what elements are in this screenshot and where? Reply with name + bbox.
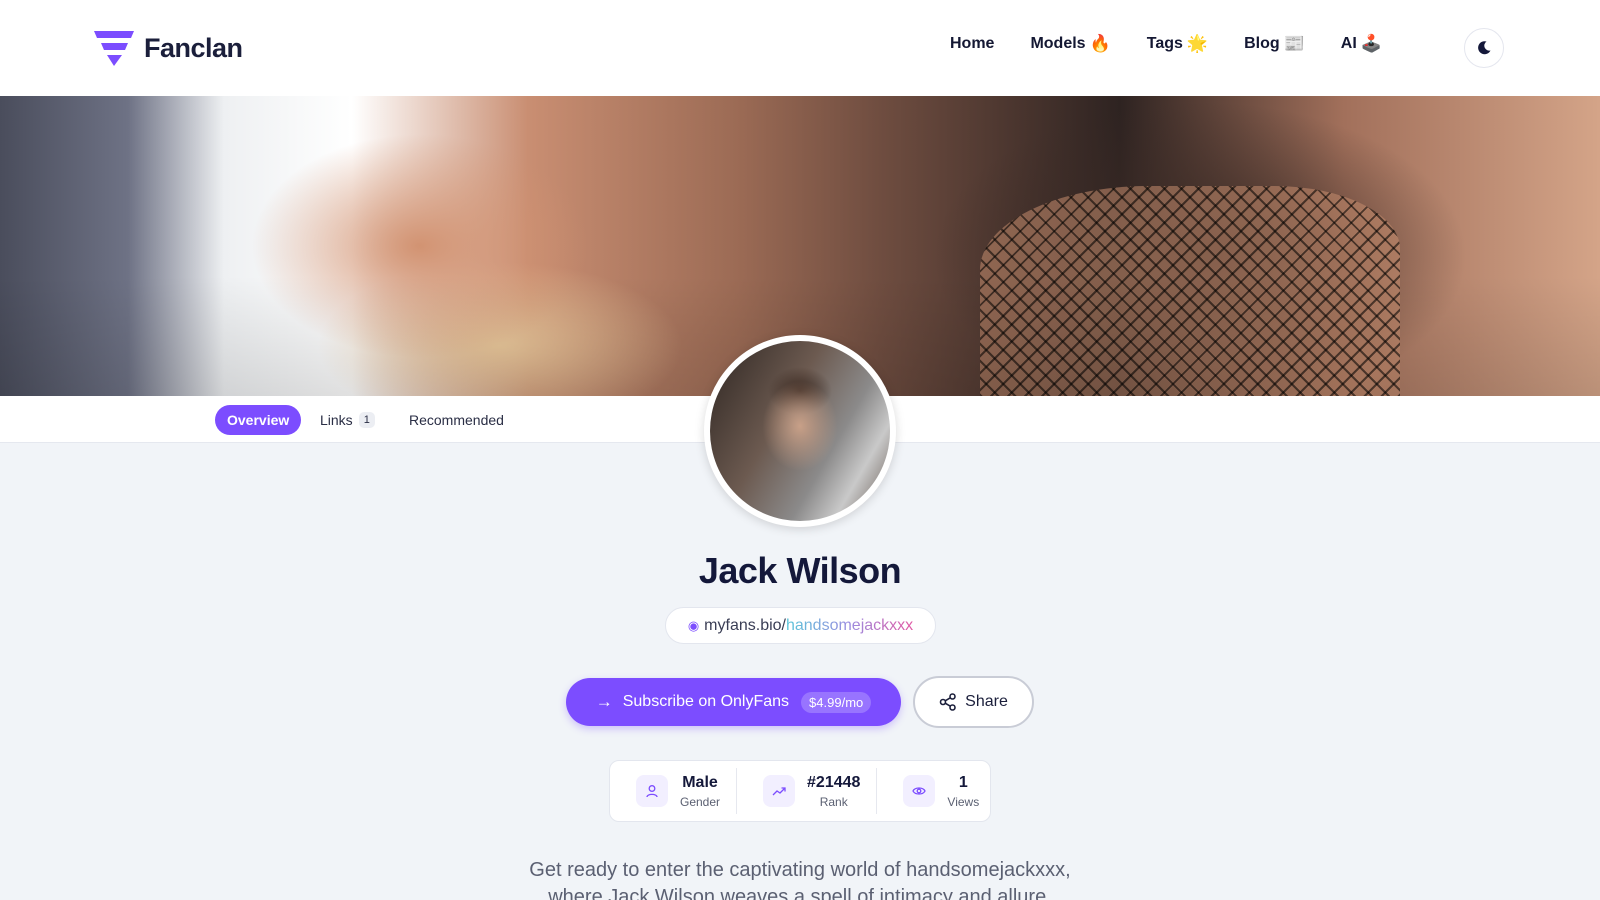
- fire-icon: 🔥: [1089, 34, 1111, 53]
- stat-value: 1: [958, 773, 968, 791]
- user-icon: [636, 775, 668, 807]
- newspaper-icon: 📰: [1283, 34, 1305, 53]
- nav-item-ai[interactable]: AI 🕹️: [1341, 34, 1382, 54]
- tab-links[interactable]: Links 1: [320, 405, 375, 435]
- stat-gender: Male Gender: [610, 768, 736, 814]
- tab-recommended[interactable]: Recommended: [409, 405, 504, 435]
- tab-label: Recommended: [409, 412, 504, 428]
- nav-item-label: Tags: [1146, 35, 1183, 52]
- at-sign-icon: ◉: [687, 617, 700, 633]
- handle-username: handsomejackxxx: [785, 616, 914, 634]
- tab-overview[interactable]: Overview: [215, 405, 302, 435]
- stat-views: 1 Views: [876, 768, 995, 814]
- stat-label: Rank: [819, 794, 848, 809]
- profile-stats: Male Gender #21448 Rank 1 Views: [609, 760, 991, 822]
- main-nav: Home Models 🔥 Tags 🌟 Blog 📰 AI 🕹️: [950, 34, 1418, 54]
- eye-icon: [903, 775, 936, 807]
- brand-name: Fanclan: [144, 32, 243, 63]
- site-header: Fanclan Home Models 🔥 Tags 🌟 Blog 📰 AI 🕹…: [0, 0, 1600, 96]
- nav-item-home[interactable]: Home: [950, 35, 994, 53]
- stat-value: #21448: [807, 773, 861, 791]
- tab-label: Overview: [227, 412, 290, 428]
- share-label: Share: [965, 693, 1008, 710]
- profile-avatar: [704, 335, 896, 527]
- nav-item-tags[interactable]: Tags 🌟: [1147, 34, 1208, 54]
- moon-icon: [1478, 41, 1491, 55]
- stat-rank: #21448 Rank: [736, 768, 876, 814]
- fanclan-logo-icon: [94, 31, 134, 66]
- stat-label: Gender: [680, 794, 721, 809]
- subscribe-label: Subscribe on OnlyFans: [622, 693, 790, 710]
- profile-handle-link[interactable]: ◉ myfans.bio/ handsomejackxxx: [665, 607, 936, 644]
- avatar-photo: [710, 341, 890, 521]
- arrow-right-icon: →: [595, 692, 613, 711]
- handle-prefix: myfans.bio/: [704, 616, 786, 634]
- nav-item-label: AI: [1340, 35, 1357, 52]
- trending-up-icon: [763, 775, 796, 807]
- nav-item-label: Home: [950, 35, 995, 52]
- tab-label: Links: [320, 412, 353, 428]
- stat-value: Male: [682, 773, 718, 791]
- profile-name: Jack Wilson: [698, 550, 902, 591]
- links-count-badge: 1: [358, 412, 375, 428]
- profile-bio: Get ready to enter the captivating world…: [529, 859, 1071, 900]
- share-button[interactable]: Share: [913, 676, 1034, 728]
- subscribe-button[interactable]: → Subscribe on OnlyFans $4.99/mo: [566, 678, 901, 726]
- nav-item-blog[interactable]: Blog 📰: [1244, 34, 1305, 54]
- theme-toggle-button[interactable]: [1464, 28, 1504, 68]
- joystick-icon: 🕹️: [1360, 34, 1382, 53]
- nav-item-models[interactable]: Models 🔥: [1030, 34, 1110, 54]
- stat-label: Views: [947, 794, 980, 809]
- nav-item-label: Blog: [1244, 35, 1280, 52]
- nav-item-label: Models: [1030, 35, 1086, 52]
- share-icon: [939, 693, 956, 711]
- brand-logo-link[interactable]: Fanclan: [94, 28, 243, 68]
- price-badge: $4.99/mo: [801, 691, 872, 713]
- star-icon: 🌟: [1186, 34, 1209, 53]
